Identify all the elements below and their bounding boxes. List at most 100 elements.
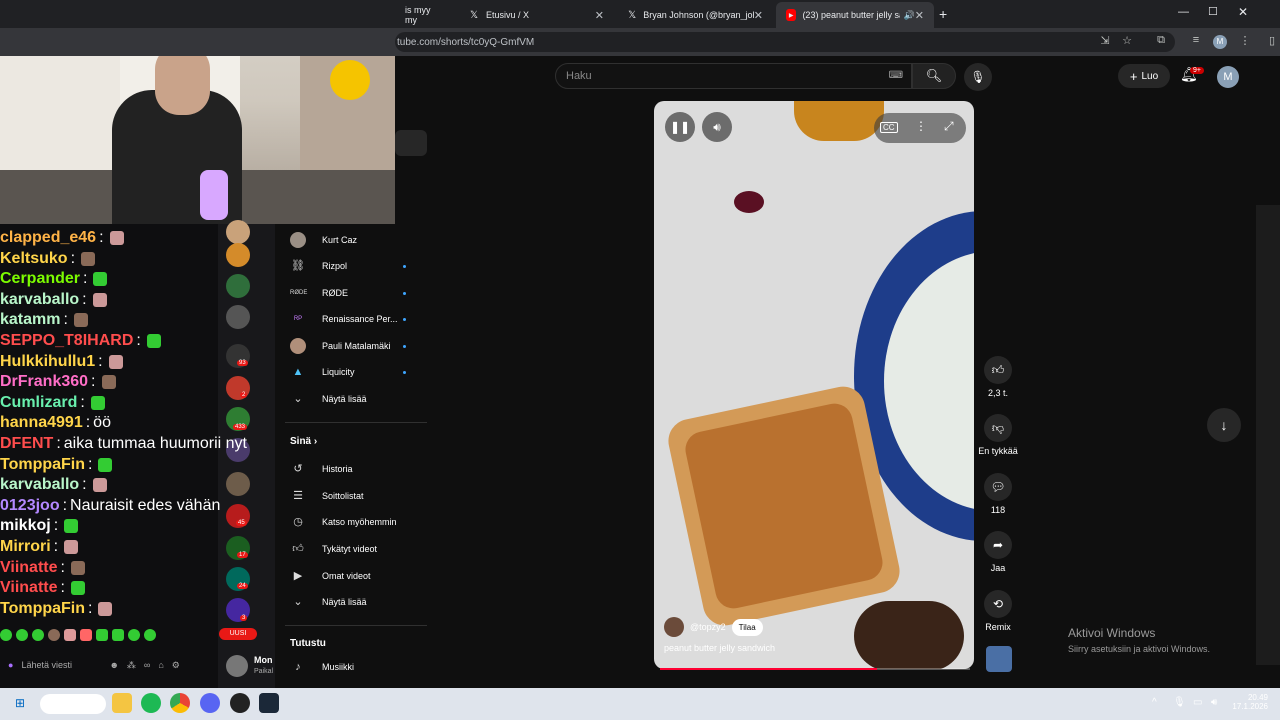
emote[interactable] <box>101 375 116 390</box>
chat-username[interactable]: TomppaFin <box>0 600 85 618</box>
mic-icon[interactable]: ● <box>8 660 13 670</box>
voice-search-button[interactable]: 🎙︎ <box>964 63 992 91</box>
sidebar-sub-0[interactable]: Kurt Caz <box>290 230 357 250</box>
tab-youtube-active[interactable]: ▶(23) peanut butter jelly sand🔊✕ <box>776 2 934 28</box>
chat-username[interactable]: TomppaFin <box>0 456 85 474</box>
clock[interactable]: 20.49 17.1.2026 <box>1232 693 1268 711</box>
next-video-button[interactable]: ↓ <box>1207 408 1241 442</box>
channel-name[interactable]: @topzy2 <box>690 622 726 632</box>
emote[interactable] <box>128 629 140 641</box>
emote[interactable] <box>0 629 12 641</box>
sidebar-watch-later[interactable]: ◷ Katso myöhemmin <box>290 512 396 532</box>
tab-bryan[interactable]: 𝕏Bryan Johnson (@bryan_johnso✕ <box>617 2 773 28</box>
remix-button[interactable]: ⟲ Remix <box>968 590 1028 632</box>
discord-icon[interactable] <box>200 693 220 713</box>
sidebar-music[interactable]: ♪ Musiikki <box>290 657 354 677</box>
speaker-icon[interactable]: 🔊 <box>904 10 915 21</box>
close-tab-icon[interactable]: ✕ <box>915 9 924 22</box>
create-button[interactable]: + Luo <box>1118 64 1170 88</box>
shorts-video-player[interactable] <box>654 101 974 669</box>
chat-username[interactable]: Mirrori <box>0 538 51 556</box>
emote[interactable] <box>144 629 156 641</box>
chat-username[interactable]: SEPPO_T8IHARD <box>0 332 133 350</box>
emote[interactable] <box>70 581 85 596</box>
followed-channel-avatar[interactable] <box>226 305 250 329</box>
chat-username[interactable]: karvaballo <box>0 476 79 494</box>
mute-button[interactable]: 🔊︎ <box>702 112 732 142</box>
sidebar-sub-3[interactable]: RP Renaissance Per... <box>290 309 398 329</box>
emote[interactable] <box>80 629 92 641</box>
emote[interactable] <box>90 395 105 410</box>
maximize-button[interactable]: ☐ <box>1208 5 1218 18</box>
store-icon[interactable]: ⌂ <box>158 660 163 670</box>
tray-chevron-icon[interactable]: ^ <box>1152 697 1157 708</box>
video-progress-bar[interactable] <box>660 668 970 670</box>
infinity-icon[interactable]: ∞ <box>144 660 150 670</box>
sidebar-sub-5[interactable]: ▲ Liquicity <box>290 362 355 382</box>
chat-username[interactable]: Keltsuko <box>0 250 68 268</box>
sidebar-toggle-icon[interactable]: ▯ <box>1264 34 1280 47</box>
sidebar-sub-4[interactable]: Pauli Matalamäki <box>290 336 391 356</box>
windows-start-icon[interactable]: ⊞ <box>10 693 30 713</box>
followed-channel-avatar[interactable] <box>226 220 250 244</box>
tab-x[interactable]: 𝕏 Etusivu / X ✕ <box>458 2 614 28</box>
bits-icon[interactable]: ⁂ <box>127 660 136 671</box>
install-app-icon[interactable]: ⇲ <box>1097 34 1113 47</box>
chat-username[interactable]: Hulkkihullu1 <box>0 353 95 371</box>
emote[interactable] <box>108 354 123 369</box>
keyboard-icon[interactable]: ⌨ <box>889 64 903 88</box>
emote[interactable] <box>146 334 161 348</box>
emote[interactable] <box>92 478 107 493</box>
taskbar-search[interactable]: ⌕ Hae <box>40 694 106 714</box>
new-tab-button[interactable]: + <box>939 6 947 22</box>
emote[interactable] <box>98 601 113 616</box>
chat-username[interactable]: Viinatte <box>0 559 58 577</box>
close-window-button[interactable]: ✕ <box>1238 5 1248 19</box>
dislike-button[interactable]: 👎︎ En tykkää <box>968 414 1028 456</box>
emote[interactable] <box>73 313 88 328</box>
emote[interactable] <box>112 629 124 641</box>
you-section-heading[interactable]: Sinä › <box>290 436 317 447</box>
search-input[interactable]: Haku ⌨ <box>555 63 912 89</box>
volume-tray-icon[interactable]: 🔊︎ <box>1211 697 1217 708</box>
fullscreen-icon[interactable]: ⤢ <box>944 119 954 134</box>
address-bar[interactable]: tube.com/shorts/tc0yQ-GmfVM <box>395 32 1175 52</box>
chat-input[interactable]: ● Lähetä viesti ☻ ⁂ ∞ ⌂ ⚙ <box>0 654 218 676</box>
spotify-icon[interactable] <box>141 693 161 713</box>
profile-avatar[interactable]: M <box>1213 35 1227 49</box>
emote[interactable] <box>64 629 76 641</box>
emote[interactable] <box>64 540 79 554</box>
chat-username[interactable]: DFENT <box>0 435 53 453</box>
emote[interactable] <box>109 231 124 245</box>
obs-icon[interactable] <box>230 693 250 713</box>
close-tab-icon[interactable]: ✕ <box>595 9 604 22</box>
sidebar-sub-1[interactable]: ⛓ Rizpol <box>290 256 347 276</box>
chat-username[interactable]: hanna4991 <box>0 414 83 432</box>
followed-channel-avatar[interactable] <box>226 243 250 267</box>
network-icon[interactable]: ▭ <box>1193 697 1202 708</box>
steam-icon[interactable] <box>259 693 279 713</box>
chat-username[interactable]: Cumlizard <box>0 394 77 412</box>
chat-username[interactable]: mikkoj <box>0 517 51 535</box>
chat-username[interactable]: 0123joo <box>0 497 60 515</box>
chat-username[interactable]: karvaballo <box>0 291 79 309</box>
more-options-icon[interactable]: ⋮ <box>915 119 927 133</box>
chat-username[interactable]: DrFrank360 <box>0 373 88 391</box>
emote[interactable] <box>81 251 96 266</box>
user-avatar[interactable] <box>226 655 248 677</box>
sound-thumbnail[interactable] <box>986 646 1012 672</box>
emote[interactable] <box>48 629 60 641</box>
chat-username[interactable]: clapped_e46 <box>0 229 96 247</box>
show-more-subs[interactable]: ⌄ Näytä lisää <box>290 389 366 409</box>
comments-button[interactable]: 💬︎ 118 <box>968 473 1028 515</box>
like-button[interactable]: 👍︎ 2,3 t. <box>968 356 1028 398</box>
sidebar-playlists[interactable]: ☰ Soittolistat <box>290 486 363 506</box>
sidebar-liked[interactable]: 👍︎ Tykätyt videot <box>290 539 377 559</box>
followed-channel-avatar[interactable] <box>226 472 250 496</box>
emote-picker-icon[interactable]: ☻ <box>109 660 118 670</box>
mic-tray-icon[interactable]: 🎙︎ <box>1173 697 1186 708</box>
sidebar-my-videos[interactable]: ▶ Omat videot <box>290 566 371 586</box>
media-control-icon[interactable]: ≡ <box>1188 34 1204 46</box>
chat-username[interactable]: Viinatte <box>0 579 58 597</box>
followed-channel-avatar[interactable] <box>226 274 250 298</box>
